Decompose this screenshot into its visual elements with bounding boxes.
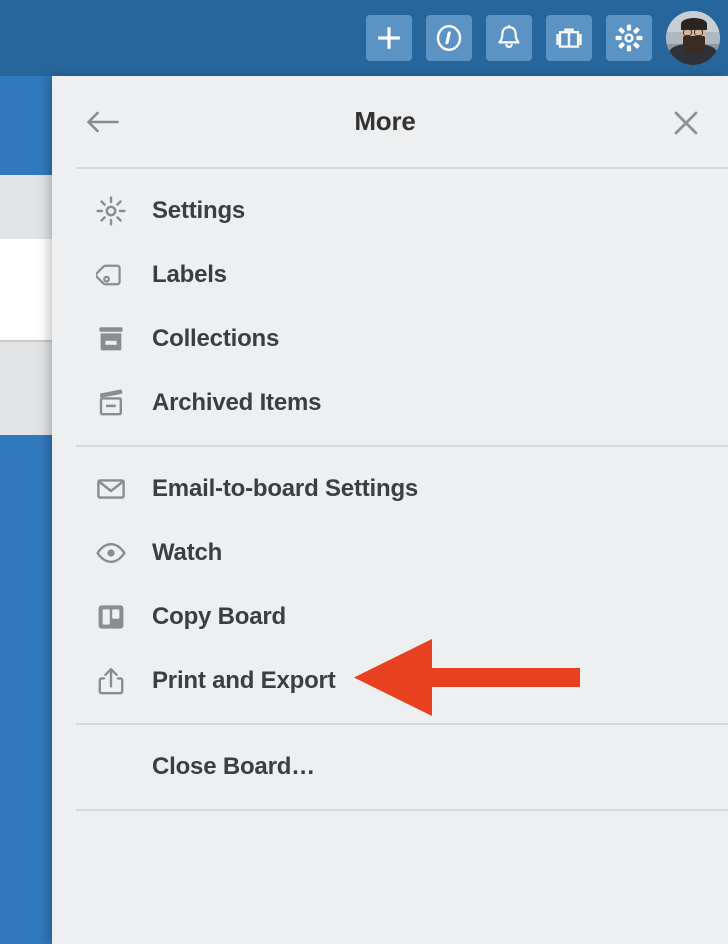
menu-item-archived-items[interactable]: Archived Items	[52, 371, 728, 435]
add-button[interactable]	[366, 15, 412, 61]
briefcase-icon	[556, 28, 582, 48]
background-list-card-c	[0, 342, 60, 435]
back-button[interactable]	[86, 108, 120, 136]
board-close-group: Close Board…	[52, 725, 728, 809]
background-list-card-a	[0, 175, 60, 239]
tag-icon	[94, 258, 128, 292]
menu-item-email-to-board-settings[interactable]: Email-to-board Settings	[52, 457, 728, 521]
archive-icon	[94, 386, 128, 420]
gear-icon	[615, 24, 643, 52]
menu-item-label: Settings	[152, 197, 246, 224]
user-avatar[interactable]	[666, 11, 720, 65]
avatar-glasses-right	[694, 29, 704, 36]
more-menu-panel: More Settings Labels Collections Archive…	[52, 76, 728, 944]
gear-icon	[94, 194, 128, 228]
board-icon	[94, 600, 128, 634]
close-button[interactable]	[670, 108, 702, 138]
panel-header: More	[52, 76, 728, 167]
background-list-card-b	[0, 239, 60, 340]
screen: More Settings Labels Collections Archive…	[0, 0, 728, 944]
menu-item-label: Email-to-board Settings	[152, 475, 419, 502]
group-divider-3	[76, 809, 728, 811]
top-bar-actions	[366, 8, 720, 68]
settings-button[interactable]	[606, 15, 652, 61]
menu-item-collections[interactable]: Collections	[52, 307, 728, 371]
arrow-left-icon	[87, 111, 119, 133]
board-configuration-group: Settings Labels Collections Archived Ite…	[52, 169, 728, 445]
envelope-icon	[94, 472, 128, 506]
eye-icon	[94, 536, 128, 570]
menu-item-watch[interactable]: Watch	[52, 521, 728, 585]
menu-item-close-board[interactable]: Close Board…	[52, 735, 728, 799]
collections-box-icon	[94, 322, 128, 356]
avatar-glasses-left	[682, 29, 692, 36]
menu-item-settings[interactable]: Settings	[52, 179, 728, 243]
menu-item-label: Close Board…	[152, 753, 315, 780]
avatar-hair	[681, 18, 708, 30]
bell-icon	[498, 25, 520, 49]
boards-button[interactable]	[546, 15, 592, 61]
menu-item-copy-board[interactable]: Copy Board	[52, 585, 728, 649]
menu-item-label: Print and Export	[152, 667, 336, 694]
close-icon	[674, 111, 698, 135]
page-title: More	[354, 106, 416, 136]
menu-item-label: Watch	[152, 539, 223, 566]
information-button[interactable]	[426, 15, 472, 61]
menu-item-label: Collections	[152, 325, 280, 352]
menu-item-label: Labels	[152, 261, 227, 288]
notifications-button[interactable]	[486, 15, 532, 61]
menu-item-print-and-export[interactable]: Print and Export	[52, 649, 728, 713]
board-actions-group: Email-to-board Settings Watch Copy Board…	[52, 447, 728, 723]
menu-item-labels[interactable]: Labels	[52, 243, 728, 307]
menu-item-label: Copy Board	[152, 603, 287, 630]
info-icon	[436, 24, 462, 52]
share-upload-icon	[94, 664, 128, 698]
menu-item-label: Archived Items	[152, 389, 322, 416]
plus-icon	[378, 27, 400, 49]
